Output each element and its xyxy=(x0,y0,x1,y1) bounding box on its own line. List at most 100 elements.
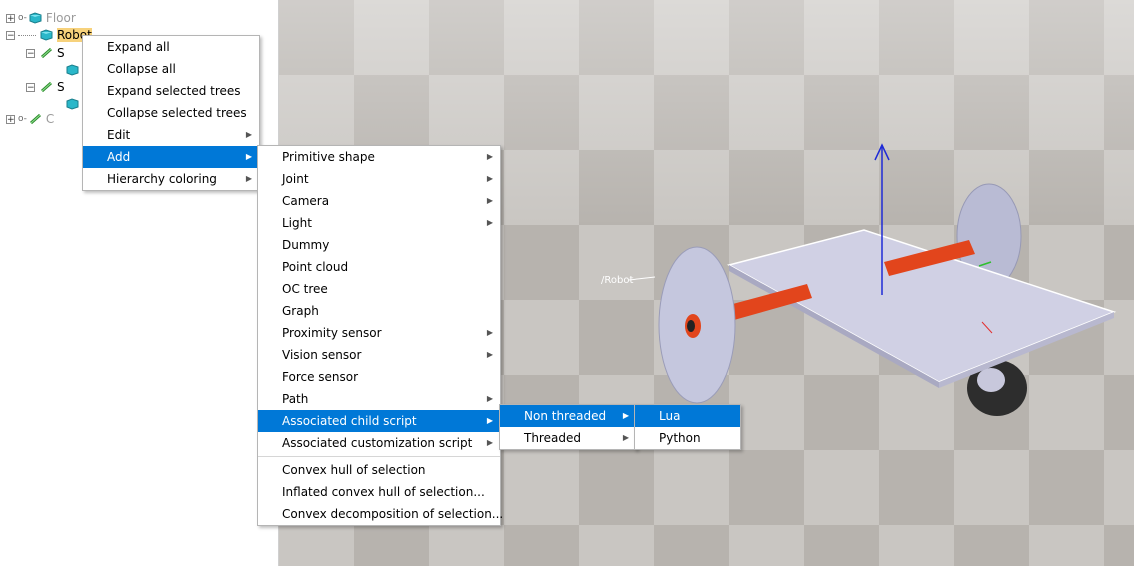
menu-item-add[interactable]: Add ▶ xyxy=(83,146,259,168)
shape-cube-icon xyxy=(29,12,42,24)
tree-row-robot[interactable]: − Robot xyxy=(6,27,92,43)
shape-cube-icon xyxy=(40,29,53,41)
submenu-arrow-icon: ▶ xyxy=(486,328,493,337)
menu-item-label: Edit xyxy=(107,128,131,142)
submenu-arrow-icon: ▶ xyxy=(486,394,493,403)
tree-row-joint-3[interactable]: + o- C xyxy=(6,111,54,127)
menu-item-label: Vision sensor xyxy=(282,348,362,362)
joint-icon xyxy=(29,113,41,125)
menu-item-label: Collapse all xyxy=(107,62,176,76)
menu-item-label: Expand selected trees xyxy=(107,84,241,98)
menu-item-label: Point cloud xyxy=(282,260,349,274)
menu-item-label: Dummy xyxy=(282,238,330,252)
menu-item-force-sensor[interactable]: Force sensor xyxy=(258,366,500,388)
submenu-arrow-icon: ▶ xyxy=(622,433,629,442)
tree-row-child-1[interactable] xyxy=(64,62,83,78)
menu-item-label: Proximity sensor xyxy=(282,326,382,340)
tree-item-label: S xyxy=(57,46,65,60)
menu-item-path[interactable]: Path ▶ xyxy=(258,388,500,410)
menu-item-label: Light xyxy=(282,216,312,230)
menu-item-inflated-convex-hull[interactable]: Inflated convex hull of selection... xyxy=(258,481,500,503)
tree-row-joint-1[interactable]: − S xyxy=(26,45,65,61)
add-submenu: Primitive shape ▶ Joint ▶ Camera ▶ Light ▶ D… xyxy=(257,145,504,526)
menu-item-label: Threaded xyxy=(524,431,581,445)
minus-expander-icon[interactable]: − xyxy=(26,82,35,92)
visibility-dot-icon: o- xyxy=(18,13,27,23)
menu-item-label: Hierarchy coloring xyxy=(107,172,217,186)
menu-item-associated-customization-script[interactable]: Associated customization script ▶ xyxy=(258,432,500,454)
submenu-arrow-icon: ▶ xyxy=(245,130,252,139)
menu-item-expand-all[interactable]: Expand all xyxy=(83,36,259,58)
menu-item-label: Joint xyxy=(282,172,309,186)
menu-item-label: Convex decomposition of selection... xyxy=(282,507,504,521)
menu-item-expand-selected-trees[interactable]: Expand selected trees xyxy=(83,80,259,102)
shape-cube-icon xyxy=(66,64,79,76)
menu-item-camera[interactable]: Camera ▶ xyxy=(258,190,500,212)
menu-item-label: Associated child script xyxy=(282,414,417,428)
menu-item-collapse-selected-trees[interactable]: Collapse selected trees xyxy=(83,102,259,124)
submenu-arrow-icon: ▶ xyxy=(486,174,493,183)
menu-item-convex-decomposition[interactable]: Convex decomposition of selection... xyxy=(258,503,504,525)
menu-item-label: Python xyxy=(659,431,701,445)
menu-item-hierarchy-coloring[interactable]: Hierarchy coloring ▶ xyxy=(83,168,259,190)
visibility-dot-icon: o- xyxy=(18,114,27,124)
minus-expander-icon[interactable]: − xyxy=(26,48,35,58)
menu-item-associated-child-script[interactable]: Associated child script ▶ xyxy=(258,410,500,432)
tree-row-joint-2[interactable]: − S xyxy=(26,79,65,95)
menu-item-label: Associated customization script xyxy=(282,436,473,450)
wheel-front-hub-center xyxy=(687,320,695,332)
menu-item-vision-sensor[interactable]: Vision sensor ▶ xyxy=(258,344,500,366)
menu-item-label: Inflated convex hull of selection... xyxy=(282,485,485,499)
plus-expander-icon[interactable]: + xyxy=(6,13,15,23)
menu-item-joint[interactable]: Joint ▶ xyxy=(258,168,500,190)
tree-item-label: Floor xyxy=(45,11,76,25)
submenu-arrow-icon: ▶ xyxy=(486,196,493,205)
menu-item-proximity-sensor[interactable]: Proximity sensor ▶ xyxy=(258,322,500,344)
submenu-arrow-icon: ▶ xyxy=(486,350,493,359)
submenu-arrow-icon: ▶ xyxy=(622,411,629,420)
menu-separator xyxy=(258,456,500,457)
menu-item-label: Force sensor xyxy=(282,370,359,384)
menu-item-collapse-all[interactable]: Collapse all xyxy=(83,58,259,80)
menu-item-label: Primitive shape xyxy=(282,150,375,164)
hierarchy-context-menu: Expand all Collapse all Expand selected … xyxy=(82,35,260,191)
child-script-submenu: Non threaded ▶ Threaded ▶ xyxy=(499,404,637,450)
menu-item-label: Graph xyxy=(282,304,319,318)
menu-item-label: Add xyxy=(107,150,131,164)
minus-expander-icon[interactable]: − xyxy=(6,30,15,40)
object-label: /Robot xyxy=(601,275,633,286)
joint-icon xyxy=(41,81,52,93)
caster-hub xyxy=(977,368,1005,392)
plus-expander-icon[interactable]: + xyxy=(6,114,15,124)
submenu-arrow-icon: ▶ xyxy=(486,218,493,227)
menu-item-dummy[interactable]: Dummy xyxy=(258,234,500,256)
menu-item-light[interactable]: Light ▶ xyxy=(258,212,500,234)
menu-item-primitive-shape[interactable]: Primitive shape ▶ xyxy=(258,146,500,168)
submenu-arrow-icon: ▶ xyxy=(245,152,252,161)
tree-item-label: C xyxy=(45,112,55,126)
menu-item-label: Convex hull of selection xyxy=(282,463,426,477)
joint-icon xyxy=(41,47,52,59)
menu-item-point-cloud[interactable]: Point cloud xyxy=(258,256,500,278)
menu-item-oc-tree[interactable]: OC tree xyxy=(258,278,500,300)
menu-item-edit[interactable]: Edit ▶ xyxy=(83,124,259,146)
menu-item-lua[interactable]: Lua xyxy=(635,405,740,427)
tree-row-child-2[interactable] xyxy=(64,96,83,112)
menu-item-python[interactable]: Python xyxy=(635,427,740,449)
menu-item-label: OC tree xyxy=(282,282,328,296)
menu-item-graph[interactable]: Graph xyxy=(258,300,500,322)
menu-item-label: Expand all xyxy=(107,40,170,54)
tree-connector xyxy=(18,34,36,36)
submenu-arrow-icon: ▶ xyxy=(486,438,493,447)
menu-item-non-threaded[interactable]: Non threaded ▶ xyxy=(500,405,636,427)
submenu-arrow-icon: ▶ xyxy=(486,416,493,425)
menu-item-threaded[interactable]: Threaded ▶ xyxy=(500,427,636,449)
menu-item-label: Path xyxy=(282,392,309,406)
menu-item-label: Non threaded xyxy=(524,409,607,423)
tree-row-floor[interactable]: + o- Floor xyxy=(6,10,76,26)
submenu-arrow-icon: ▶ xyxy=(245,174,252,183)
menu-item-label: Lua xyxy=(659,409,681,423)
menu-item-label: Camera xyxy=(282,194,330,208)
menu-item-convex-hull[interactable]: Convex hull of selection xyxy=(258,459,500,481)
menu-item-label: Collapse selected trees xyxy=(107,106,247,120)
